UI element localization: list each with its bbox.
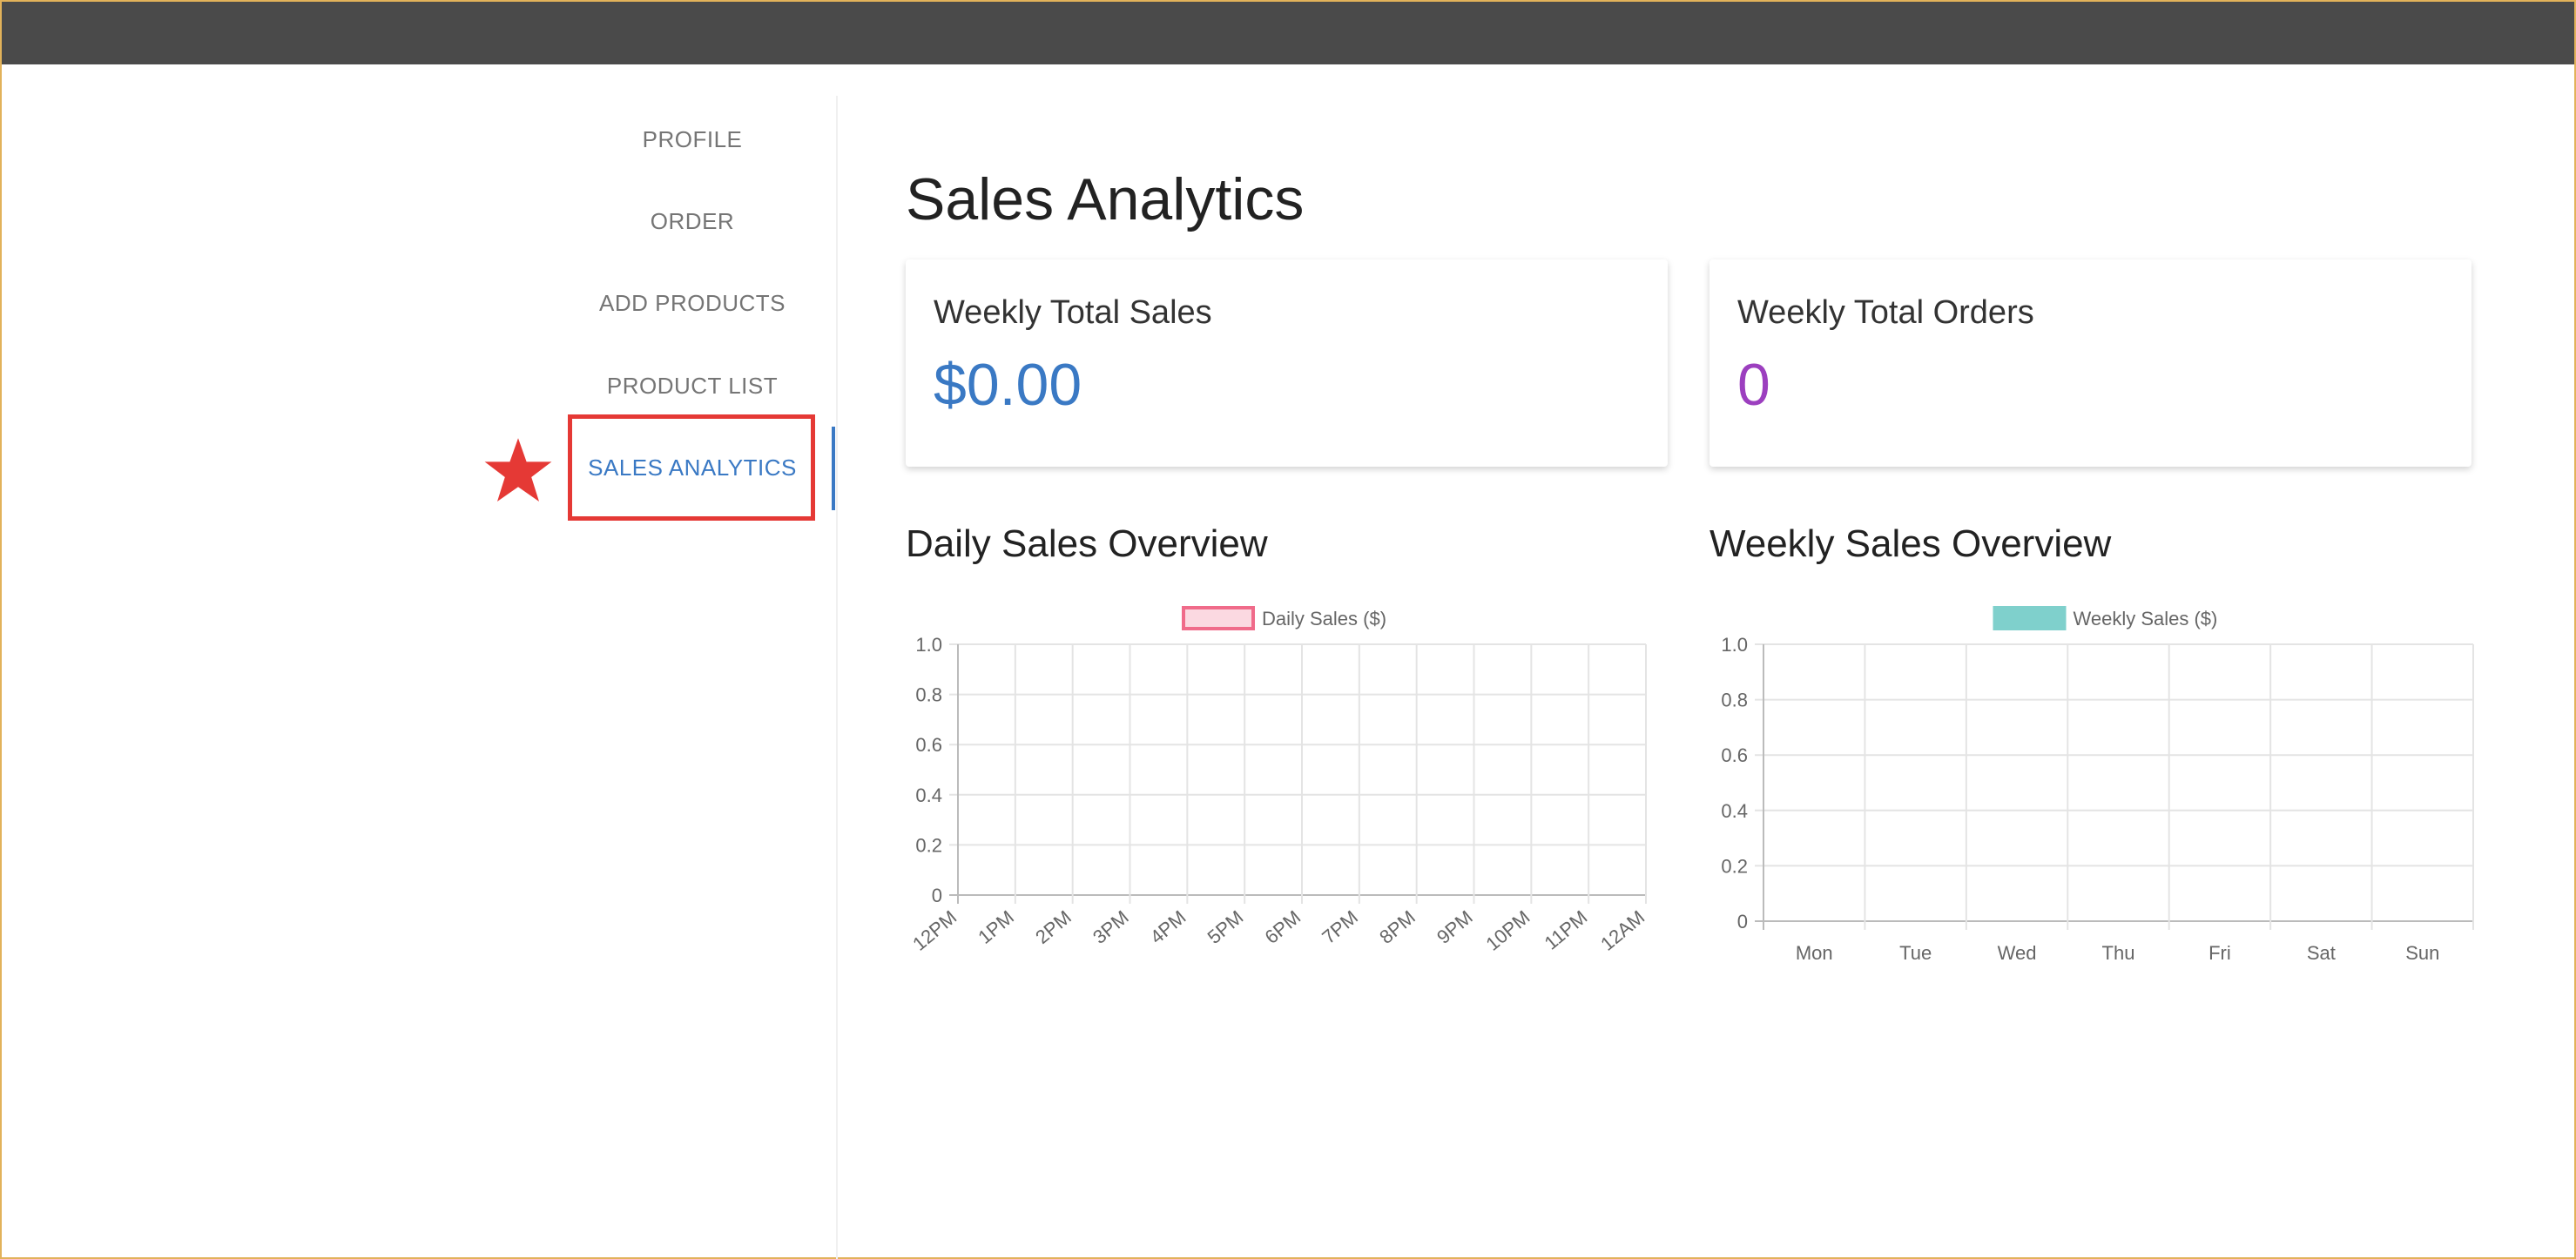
- legend-swatch: [1993, 606, 2067, 630]
- star-icon: [484, 438, 552, 502]
- y-tick-label: 0.8: [915, 684, 942, 706]
- x-tick-label: 7PM: [1318, 906, 1362, 948]
- y-tick-label: 0.8: [1721, 690, 1748, 711]
- card-label: Weekly Total Orders: [1737, 294, 2034, 331]
- sidebar-item-order[interactable]: ORDER: [566, 204, 819, 239]
- page-title: Sales Analytics: [906, 166, 1305, 232]
- x-tick-label: 1PM: [974, 906, 1018, 948]
- card-value: 0: [1737, 352, 1770, 418]
- y-tick-label: 0.4: [915, 784, 942, 806]
- x-tick-label: Sun: [2405, 942, 2439, 964]
- weekly-sales-chart: Weekly Sales ($) 0 0.2 0.4 0.6 0.8 1.0 Mon Tue We…: [1721, 606, 2474, 964]
- sidebar-item-product-list[interactable]: PRODUCT LIST: [566, 368, 819, 403]
- x-tick-label: 8PM: [1375, 906, 1419, 948]
- daily-sales-chart: Daily Sales ($) 0 0.2 0.4 0.6 0.8 1.0 12PM 1PM 2P…: [908, 606, 1649, 955]
- sidebar-item-add-products[interactable]: ADD PRODUCTS: [566, 286, 819, 320]
- y-tick-label: 0.4: [1721, 800, 1748, 822]
- x-tick-label: 5PM: [1204, 906, 1248, 948]
- legend-label: Daily Sales ($): [1262, 608, 1386, 630]
- sidebar-divider: [836, 96, 838, 1259]
- x-tick-label: 6PM: [1260, 906, 1305, 948]
- weekly-total-sales-card: Weekly Total Sales $0.00: [906, 259, 1668, 467]
- legend-swatch: [1182, 606, 1255, 630]
- x-tick-label: Fri: [2208, 942, 2231, 964]
- daily-sales-title: Daily Sales Overview: [906, 522, 1268, 565]
- card-label: Weekly Total Sales: [934, 294, 1212, 331]
- x-tick-label: 3PM: [1089, 906, 1133, 948]
- x-tick-label: 12AM: [1596, 906, 1649, 955]
- card-value: $0.00: [934, 352, 1082, 418]
- x-tick-label: 2PM: [1031, 906, 1076, 948]
- x-tick-label: 10PM: [1481, 906, 1534, 955]
- x-tick-label: Wed: [1998, 942, 2037, 964]
- x-tick-label: Tue: [1899, 942, 1932, 964]
- x-tick-label: Thu: [2102, 942, 2135, 964]
- y-tick-label: 0: [1737, 911, 1748, 932]
- x-tick-label: 4PM: [1146, 906, 1190, 948]
- top-app-bar: [2, 2, 2574, 64]
- x-tick-label: Mon: [1796, 942, 1833, 964]
- y-tick-label: 0.6: [915, 734, 942, 756]
- y-tick-label: 1.0: [915, 634, 942, 656]
- x-tick-label: 12PM: [908, 906, 961, 955]
- sidebar-item-profile[interactable]: PROFILE: [566, 122, 819, 157]
- y-tick-label: 0: [932, 885, 942, 906]
- weekly-sales-title: Weekly Sales Overview: [1709, 522, 2112, 565]
- y-tick-label: 0.6: [1721, 744, 1748, 766]
- legend-label: Weekly Sales ($): [2074, 608, 2218, 630]
- y-tick-label: 0.2: [915, 834, 942, 856]
- highlight-box: [568, 414, 815, 521]
- y-tick-label: 0.2: [1721, 855, 1748, 877]
- active-indicator: [832, 427, 835, 510]
- x-tick-label: Sat: [2307, 942, 2336, 964]
- weekly-total-orders-card: Weekly Total Orders 0: [1709, 259, 2471, 467]
- x-tick-label: 9PM: [1433, 906, 1477, 948]
- y-tick-label: 1.0: [1721, 634, 1748, 656]
- x-tick-label: 11PM: [1541, 906, 1592, 954]
